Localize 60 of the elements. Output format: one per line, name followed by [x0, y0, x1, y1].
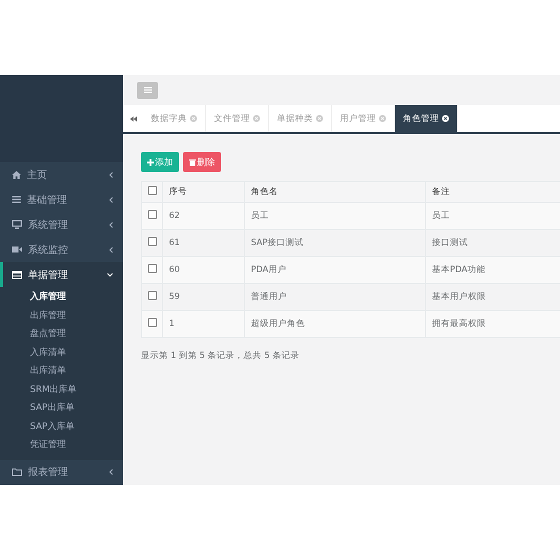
video-camera-icon [12, 246, 22, 254]
table-cell: 61 [162, 230, 244, 256]
checkbox[interactable] [148, 318, 157, 327]
chevron-left-icon [109, 196, 113, 203]
chevron-left-icon [109, 172, 113, 178]
checkbox[interactable] [148, 237, 157, 246]
table-cell: 59 [162, 284, 244, 310]
chevron-left-icon [109, 222, 113, 228]
table-cell: 1 [162, 310, 244, 338]
checkbox[interactable] [148, 291, 157, 300]
double-chevron-left-icon [130, 116, 136, 122]
table-cell: 基本用户权限 [426, 284, 560, 310]
submenu-item[interactable]: 出库清单 [0, 361, 123, 380]
sidebar-item[interactable]: 单据管理 [0, 262, 123, 288]
table-cell: SAP接口测试 [244, 230, 426, 256]
submenu-item[interactable]: SRM出库单 [0, 380, 123, 398]
trash-icon [189, 158, 196, 166]
chevron-left-icon [109, 469, 113, 476]
table-cell: 60 [162, 256, 244, 284]
sidebar-item[interactable]: 主页 [0, 162, 123, 188]
table-cell: 员工 [426, 202, 560, 230]
sidebar-item[interactable]: 系统监控 [0, 237, 123, 262]
table-cell: 接口测试 [426, 230, 560, 256]
sidebar-item[interactable]: 系统管理 [0, 212, 123, 238]
table-cell: 基本PDA功能 [426, 256, 560, 284]
monitor-icon [12, 220, 22, 230]
submenu-item[interactable]: SAP入库单 [0, 416, 123, 436]
submenu-item[interactable]: 入库清单 [0, 342, 123, 362]
home-icon [12, 170, 21, 179]
delete-button[interactable]: 删除 [183, 152, 221, 172]
submenu-item[interactable]: SAP出库单 [0, 398, 123, 417]
table-cell: 普通用户 [244, 284, 426, 310]
chevron-down-icon [107, 272, 113, 277]
table-cell: 62 [162, 202, 244, 230]
menu-button[interactable] [137, 82, 158, 98]
table-cell: 员工 [244, 202, 426, 230]
submenu-item[interactable]: 出库管理 [0, 306, 123, 324]
submenu-item[interactable]: 入库管理 [0, 287, 123, 306]
table-cell: 拥有最高权限 [426, 310, 560, 338]
column-header: 备注 [426, 182, 560, 202]
table-cell: PDA用户 [244, 256, 426, 284]
close-icon[interactable] [442, 115, 449, 122]
chevron-left-icon [109, 246, 113, 253]
submenu-item[interactable]: 盘点管理 [0, 324, 123, 343]
checkbox[interactable] [148, 210, 157, 219]
pagination-summary: 显示第 1 到第 5 条记录，总共 5 条记录 [141, 350, 300, 362]
sidebar-item[interactable]: 报表管理 [0, 460, 123, 485]
menu-icon [144, 87, 152, 93]
checkbox[interactable] [148, 264, 157, 273]
plus-icon [147, 158, 154, 166]
sidebar-item[interactable]: 基础管理 [0, 187, 123, 212]
column-header: 序号 [162, 182, 244, 202]
folder-icon [12, 468, 22, 476]
tab[interactable]: 角色管理 [395, 105, 458, 132]
submenu-item[interactable]: 凭证管理 [0, 435, 123, 454]
column-header: 角色名 [244, 182, 426, 202]
table-cell: 超级用户角色 [244, 310, 426, 338]
table-icon [12, 270, 22, 279]
menu-icon [12, 196, 21, 204]
checkbox[interactable] [148, 186, 157, 195]
